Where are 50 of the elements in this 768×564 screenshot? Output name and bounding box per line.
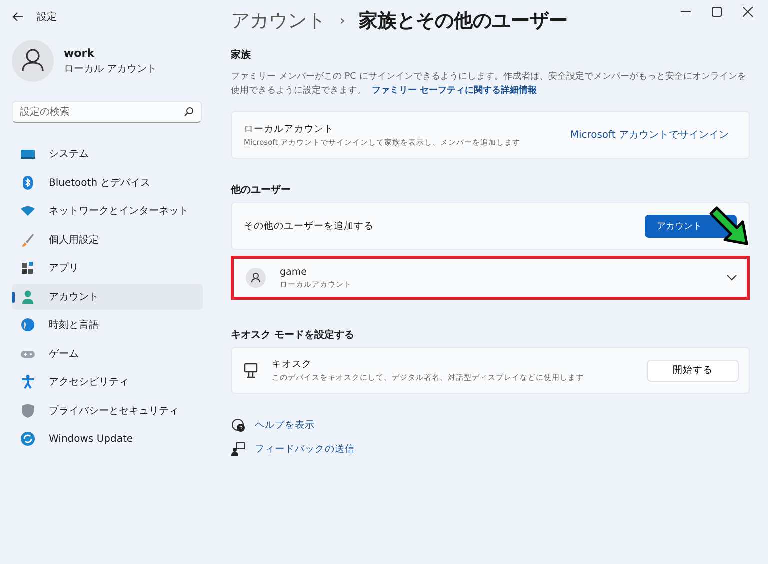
window-title: 設定 [37, 10, 57, 24]
user-name: work [64, 46, 96, 60]
card-title: キオスク [272, 358, 313, 371]
brush-icon [20, 232, 36, 248]
search-field[interactable]: 設定の検索 [12, 101, 202, 123]
sidebar-item[interactable]: システム [12, 141, 203, 168]
sidebar-item[interactable]: アカウント [12, 284, 203, 310]
start-button[interactable]: 開始する [647, 360, 739, 382]
search-icon [184, 107, 194, 117]
help-link[interactable]: フィードバックの送信 [255, 443, 355, 456]
update-icon [20, 431, 36, 448]
section-heading: 家族 [231, 48, 252, 62]
avatar-icon [12, 40, 54, 82]
globe-icon [20, 317, 36, 334]
breadcrumb-link[interactable]: アカウント [231, 8, 326, 34]
sidebar-item[interactable]: 時刻と言語 [12, 312, 203, 338]
sidebar-item[interactable]: Windows Update [12, 426, 203, 452]
sidebar-item[interactable]: アプリ [12, 255, 203, 282]
sidebar-item[interactable]: アクセシビリティ [12, 369, 203, 396]
person-icon [246, 268, 266, 288]
learn-more-link[interactable]: ファミリー セーフティに関する詳細情報 [372, 86, 538, 96]
help-icon [231, 418, 245, 433]
card-title: ローカルアカウント [244, 122, 335, 136]
section-heading: キオスク モードを設定する [231, 328, 356, 342]
feedback-icon [231, 442, 245, 457]
sidebar-item[interactable]: Bluetooth とデバイス [12, 170, 203, 196]
back-icon[interactable] [12, 11, 24, 23]
sign-in-link[interactable]: Microsoft アカウントでサインイン [570, 128, 729, 142]
sidebar-item[interactable]: ゲーム [12, 340, 203, 367]
sidebar-item[interactable]: ネットワークとインターネット [12, 198, 203, 224]
user-name: game [280, 266, 308, 278]
apps-icon [20, 260, 36, 276]
help-link[interactable]: ヘルプを表示 [255, 419, 315, 432]
shield-icon [20, 402, 36, 419]
close-icon[interactable] [743, 7, 753, 17]
card-title: その他のユーザーを追加する [244, 220, 374, 232]
description: ファミリー メンバーがこの PC にサインインできるようにします。作成者は、安全設定でメンバーがもっと安全にオンラインを使用できるように設定できます。 ファミリー セーフティに関する詳細情報 [231, 70, 748, 98]
arrow-icon [707, 204, 751, 248]
kiosk-icon [244, 362, 258, 378]
sidebar-item[interactable]: プライバシーとセキュリティ [12, 398, 203, 424]
breadcrumb-separator: › [340, 14, 346, 28]
page-title: 家族とその他のユーザー [359, 9, 568, 34]
maximize-icon[interactable] [712, 7, 722, 17]
section-heading: 他のユーザー [231, 184, 292, 197]
bluetooth-icon [20, 174, 36, 191]
expand-icon[interactable] [727, 275, 737, 281]
account-type: ローカル アカウント [64, 62, 158, 76]
sidebar-item[interactable]: 個人用設定 [12, 226, 203, 253]
person-icon [20, 288, 36, 305]
accessibility-icon [20, 374, 36, 390]
